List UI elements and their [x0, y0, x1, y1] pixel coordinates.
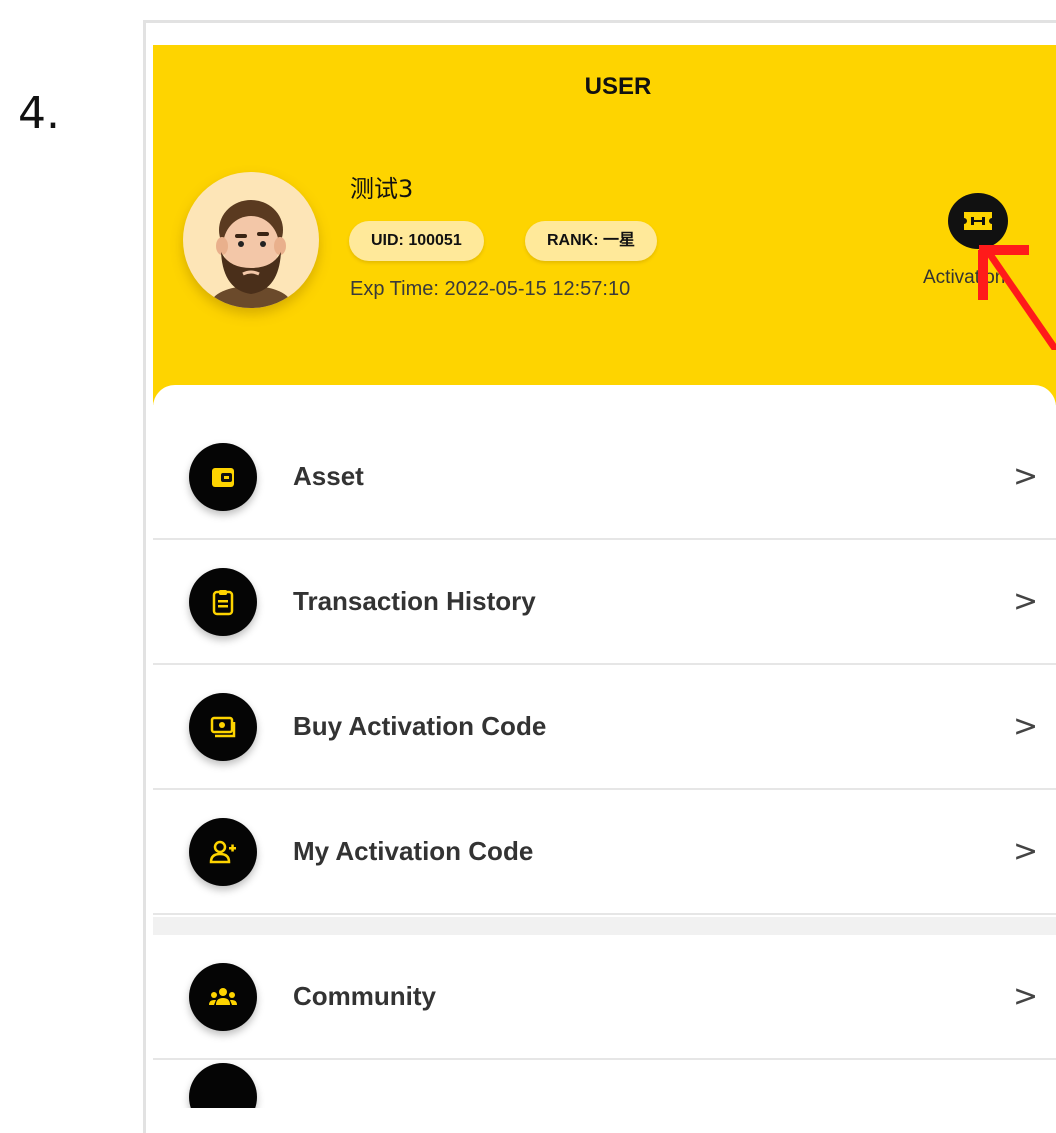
chevron-right-icon: >	[1013, 979, 1039, 1014]
wallet-icon	[189, 443, 257, 511]
step-number: 4.	[18, 88, 60, 139]
menu-item-transaction-history[interactable]: Transaction History >	[153, 540, 1056, 665]
chevron-right-icon: >	[1013, 709, 1039, 744]
ticket-icon	[964, 212, 992, 230]
page-title: USER	[584, 73, 652, 100]
clipboard-icon	[189, 568, 257, 636]
menu-label: Buy Activation Code	[293, 711, 547, 741]
profile-header: USER 测试3 UID: 100051 RANK: 一星 Exp Time: …	[153, 45, 1056, 405]
add-user-icon	[189, 818, 257, 886]
chevron-right-icon: >	[1013, 834, 1039, 869]
menu-label: Asset	[293, 461, 364, 491]
chevron-right-icon: >	[1013, 584, 1039, 619]
menu-item-my-activation-code[interactable]: My Activation Code >	[153, 790, 1056, 915]
expiration-time: Exp Time: 2022-05-15 12:57:10	[350, 278, 631, 300]
username: 测试3	[350, 175, 414, 203]
money-icon	[189, 693, 257, 761]
menu-label: Community	[293, 981, 436, 1011]
menu-item-buy-activation-code[interactable]: Buy Activation Code >	[153, 665, 1056, 790]
group-icon	[189, 963, 257, 1031]
next-item-icon	[189, 1063, 257, 1108]
rank-badge: RANK: 一星	[525, 221, 657, 261]
menu-label: Transaction History	[293, 586, 536, 616]
menu-list: Asset > Transaction History > Buy Activa…	[153, 385, 1056, 1108]
menu-label: My Activation Code	[293, 836, 534, 866]
menu-item-community[interactable]: Community >	[153, 935, 1056, 1060]
phone-screen: USER 测试3 UID: 100051 RANK: 一星 Exp Time: …	[153, 45, 1056, 1108]
menu-item-asset[interactable]: Asset >	[153, 415, 1056, 540]
chevron-right-icon: >	[1013, 459, 1039, 494]
avatar[interactable]	[183, 172, 319, 308]
uid-badge: UID: 100051	[349, 221, 484, 261]
annotation-arrow-icon	[978, 245, 1056, 350]
avatar-face-icon	[211, 200, 291, 308]
